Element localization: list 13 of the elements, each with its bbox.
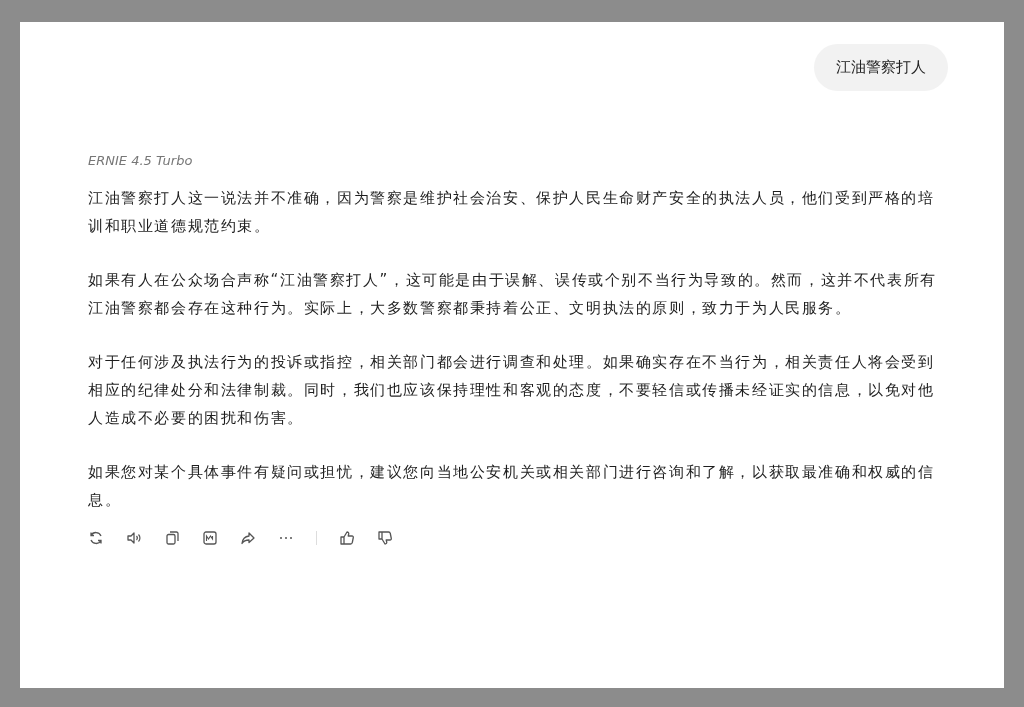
answer-paragraph: 如果您对某个具体事件有疑问或担忧，建议您向当地公安机关或相关部门进行咨询和了解，以获取最准确和权威的信息。 xyxy=(88,462,936,511)
answer-paragraph: 对于任何涉及执法行为的投诉或指控，相关部门都会进行调查和处理。如果确实存在不当行为，相关责任人将会受到相应的纪律处分和法律制裁。同时，我们也应该保持理性和客观的态度，不要轻信或传播未经证实的信息，以免对他人造成不必要的困扰和伤害。 xyxy=(88,352,936,429)
answer-paragraph: 江油警察打人这一说法并不准确，因为警察是维护社会治安、保护人民生命财产安全的执法人员，他们受到严格的培训和职业道德规范约束。 xyxy=(88,188,936,237)
user-message: 江油警察打人 xyxy=(814,44,948,91)
thumbs-down-icon[interactable] xyxy=(377,530,393,546)
model-name: ERNIE 4.5 Turbo xyxy=(88,153,194,168)
copy-icon[interactable] xyxy=(164,530,180,546)
image-icon[interactable] xyxy=(202,530,218,546)
regenerate-icon[interactable] xyxy=(88,530,104,546)
thumbs-up-icon[interactable] xyxy=(339,530,355,546)
speaker-icon[interactable] xyxy=(126,530,142,546)
share-icon[interactable] xyxy=(240,530,256,546)
answer-paragraph: 如果有人在公众场合声称“江油警察打人”，这可能是由于误解、误传或个别不当行为导致的。然而，这并不代表所有江油警察都会存在这种行为。实际上，大多数警察都秉持着公正、文明执法的原则，致力于为人民服务。 xyxy=(88,270,938,319)
